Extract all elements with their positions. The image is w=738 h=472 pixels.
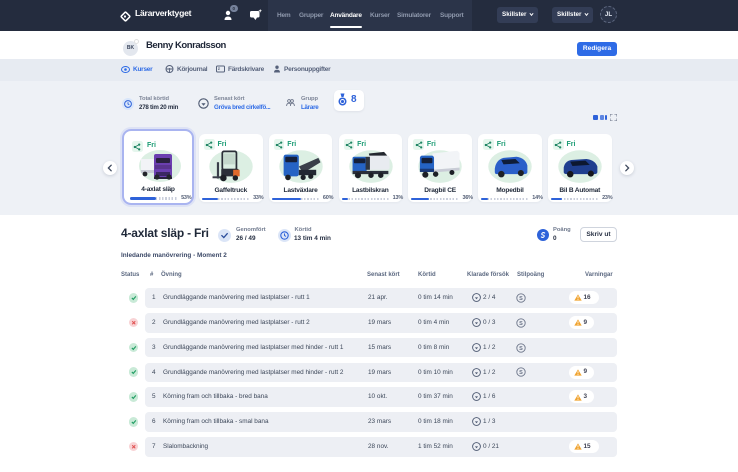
svg-text:S: S [519,321,523,327]
svg-text:S: S [519,370,523,376]
svg-text:S: S [519,296,523,302]
svg-text:S: S [519,346,523,352]
